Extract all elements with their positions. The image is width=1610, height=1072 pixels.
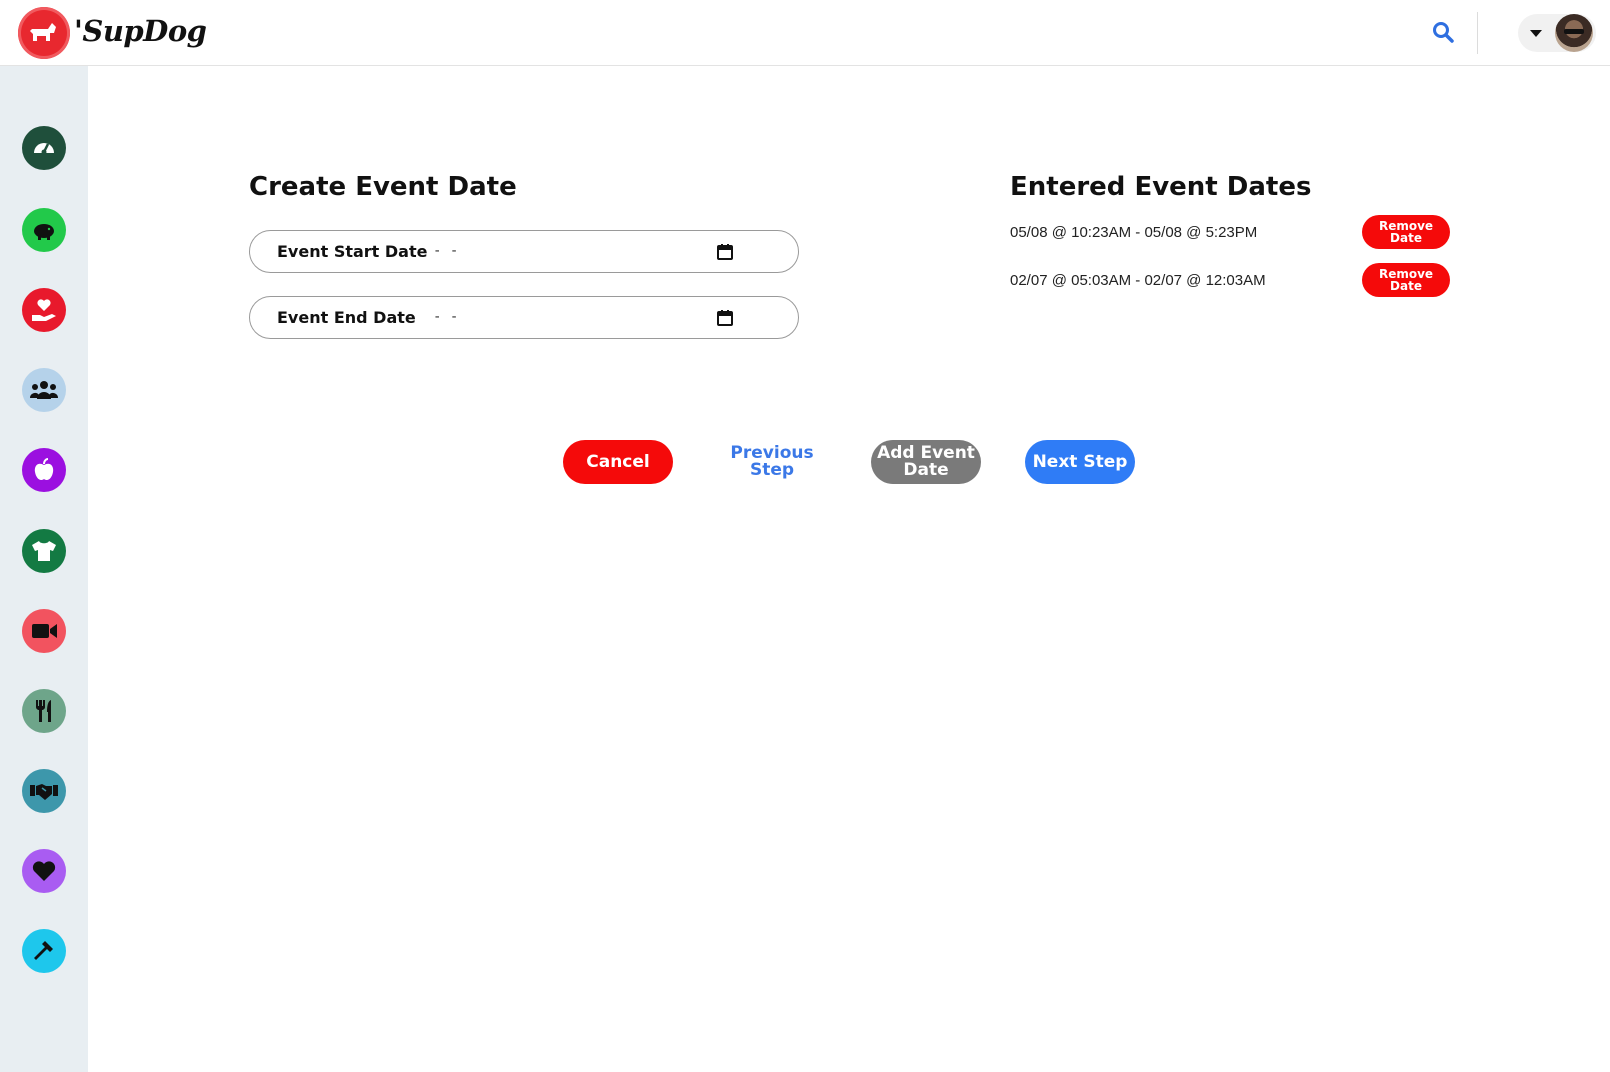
add-event-date-button[interactable]: Add Event Date — [871, 440, 981, 484]
calendar-icon[interactable] — [716, 309, 734, 327]
entered-event-dates-title: Entered Event Dates — [1010, 172, 1312, 202]
event-start-date-field[interactable]: Event Start Date - - — [249, 230, 799, 273]
header-divider — [1477, 12, 1478, 54]
event-start-date-value[interactable]: - - — [433, 243, 458, 259]
next-step-label: Next Step — [1032, 451, 1128, 472]
piggy-bank-icon — [34, 224, 54, 240]
search-icon[interactable] — [1432, 21, 1458, 47]
remove-date-label: Remove Date — [1378, 267, 1434, 293]
sidebar-item-apparel[interactable] — [22, 529, 66, 573]
sidebar-item-community[interactable] — [22, 368, 66, 412]
avatar[interactable] — [1555, 14, 1593, 52]
utensils-icon — [36, 700, 51, 722]
hammer-icon — [34, 941, 53, 960]
add-event-date-label: Add Event Date — [877, 443, 975, 480]
profile-menu-button[interactable] — [1518, 14, 1596, 52]
video-camera-icon — [32, 624, 57, 638]
caret-down-icon — [1530, 30, 1542, 37]
tshirt-icon — [32, 541, 56, 561]
sidebar-item-donations[interactable] — [22, 288, 66, 332]
handshake-icon — [30, 784, 58, 800]
remove-date-button[interactable]: Remove Date — [1362, 263, 1450, 297]
remove-date-button[interactable]: Remove Date — [1362, 215, 1450, 249]
entered-date-item: 02/07 @ 05:03AM - 02/07 @ 12:03AM — [1010, 272, 1266, 289]
apple-icon — [34, 458, 54, 481]
sidebar-item-tools[interactable] — [22, 929, 66, 973]
heart-icon — [32, 861, 56, 881]
logo-icon[interactable] — [18, 7, 70, 59]
create-event-date-title: Create Event Date — [249, 172, 517, 202]
event-end-date-field[interactable]: Event End Date - - — [249, 296, 799, 339]
sidebar-item-savings[interactable] — [22, 208, 66, 252]
remove-date-label: Remove Date — [1378, 219, 1434, 245]
sidebar-item-videos[interactable] — [22, 609, 66, 653]
sidebar — [0, 66, 88, 1072]
event-end-date-label: Event End Date — [277, 308, 416, 327]
previous-step-label: Previous Step — [730, 443, 814, 480]
cancel-label: Cancel — [586, 451, 650, 472]
previous-step-button[interactable]: Previous Step — [717, 440, 827, 484]
top-header: 'SupDog — [0, 0, 1610, 66]
sidebar-item-dashboard[interactable] — [22, 126, 66, 170]
hand-holding-heart-icon — [32, 299, 56, 321]
sidebar-item-dining[interactable] — [22, 689, 66, 733]
sidebar-item-partners[interactable] — [22, 769, 66, 813]
cancel-button[interactable]: Cancel — [563, 440, 673, 484]
next-step-button[interactable]: Next Step — [1025, 440, 1135, 484]
calendar-icon[interactable] — [716, 243, 734, 261]
brand-name[interactable]: 'SupDog — [74, 14, 207, 48]
entered-date-item: 05/08 @ 10:23AM - 05/08 @ 5:23PM — [1010, 224, 1258, 241]
users-group-icon — [30, 381, 58, 399]
event-start-date-label: Event Start Date — [277, 242, 428, 261]
dashboard-gauge-icon — [34, 143, 54, 155]
sidebar-item-nutrition[interactable] — [22, 448, 66, 492]
event-end-date-value[interactable]: - - — [433, 309, 458, 325]
sidebar-item-favorites[interactable] — [22, 849, 66, 893]
